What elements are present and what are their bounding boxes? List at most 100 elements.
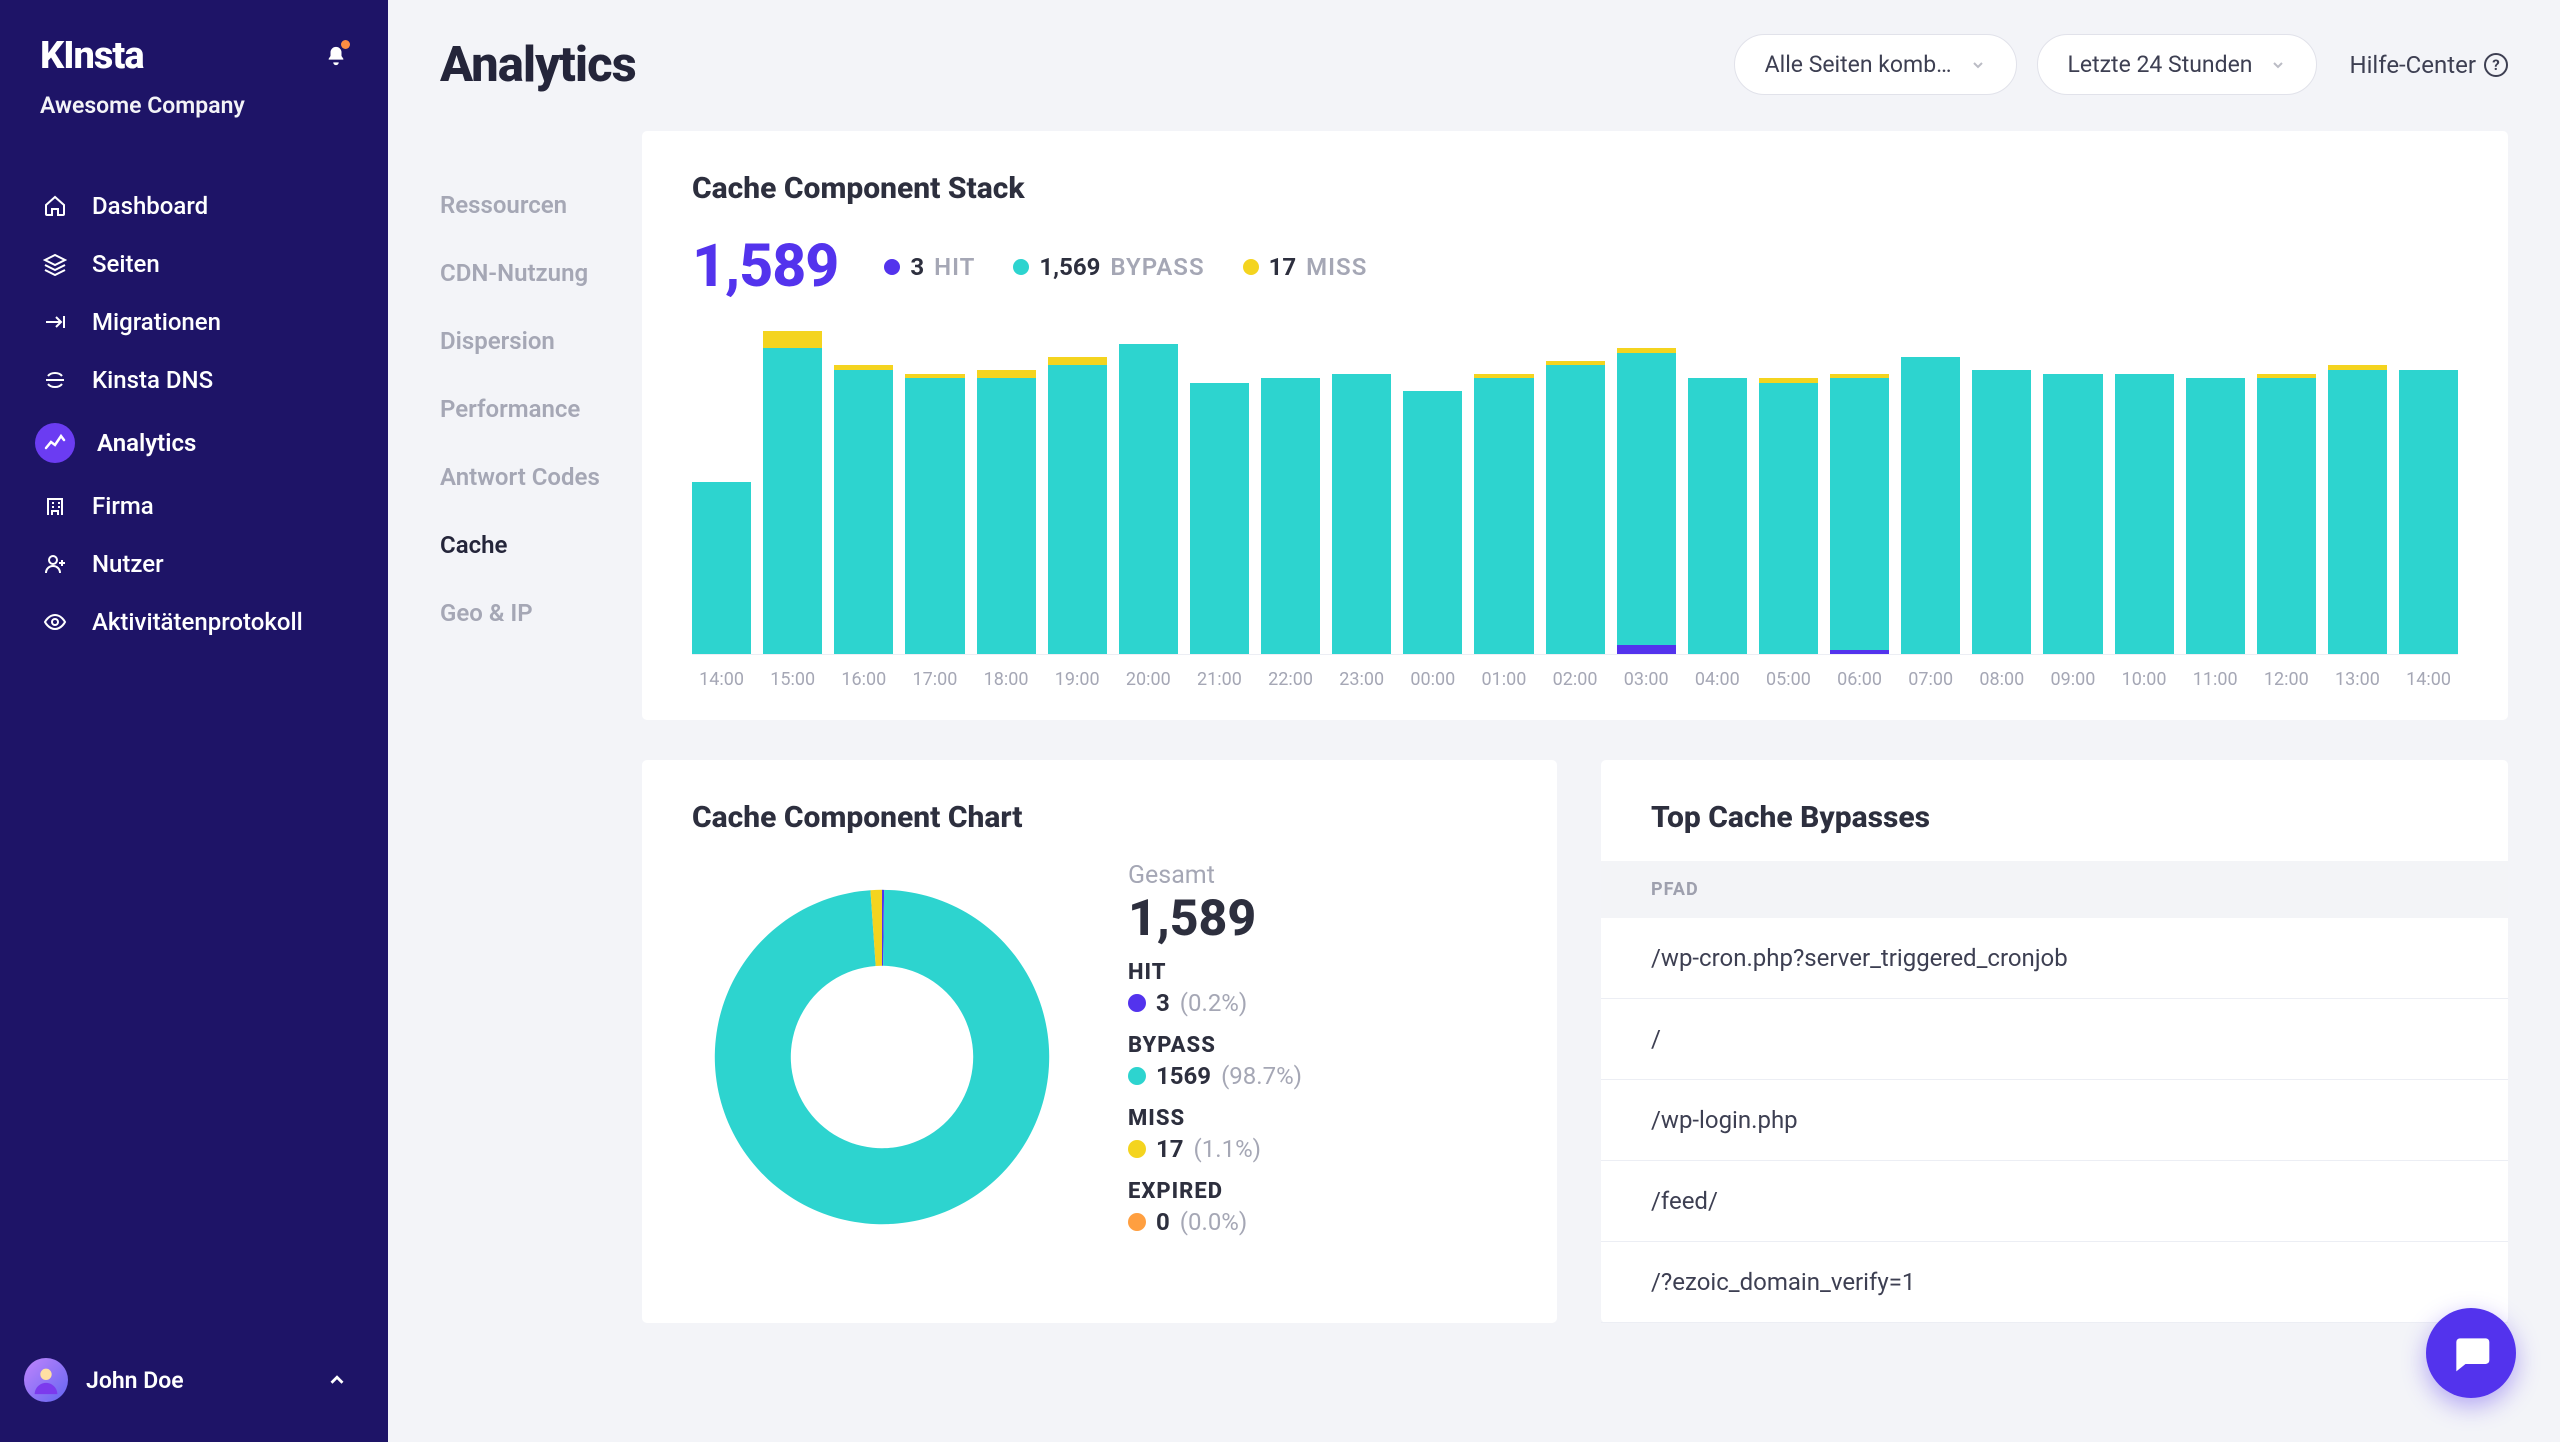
table-row[interactable]: /wp-cron.php?server_triggered_cronjob: [1601, 918, 2508, 999]
x-tick-label: 09:00: [2043, 669, 2102, 690]
sidebar-item-kinsta dns[interactable]: Kinsta DNS: [0, 351, 388, 409]
legend-value: 3: [910, 253, 924, 281]
legend-dot-icon: [1128, 1213, 1146, 1231]
subnav-item-cdn-nutzung[interactable]: CDN-Nutzung: [440, 239, 642, 307]
pie-legend-label: HIT: [1128, 960, 1302, 985]
x-tick-label: 15:00: [763, 669, 822, 690]
user-plus-icon: [40, 549, 70, 579]
x-tick-label: 01:00: [1474, 669, 1533, 690]
bar-column: [1332, 331, 1391, 654]
site-filter-value: Alle Seiten komb…: [1765, 51, 1952, 78]
subnav-item-ressourcen[interactable]: Ressourcen: [440, 171, 642, 239]
bar-segment-bypass: [2328, 370, 2387, 654]
pie-legend-value: 3: [1156, 989, 1170, 1017]
bar-segment-bypass: [977, 378, 1036, 654]
x-tick-label: 17:00: [905, 669, 964, 690]
bar-segment-bypass: [1048, 365, 1107, 654]
subnav-item-dispersion[interactable]: Dispersion: [440, 307, 642, 375]
x-tick-label: 22:00: [1261, 669, 1320, 690]
bar-segment-bypass: [2257, 378, 2316, 654]
table-row[interactable]: /feed/: [1601, 1161, 2508, 1242]
help-label: Hilfe-Center: [2349, 51, 2476, 79]
primary-nav: Dashboard SeitenMigrationen Kinsta DNS Anal…: [0, 153, 388, 651]
bar-segment-bypass: [2115, 374, 2174, 654]
sidebar-item-label: Aktivitätenprotokoll: [92, 608, 303, 636]
sidebar-item-aktivitätenprotokoll[interactable]: Aktivitätenprotokoll: [0, 593, 388, 651]
layers-icon: [40, 249, 70, 279]
pie-legend-value: 0: [1156, 1208, 1170, 1236]
table-row[interactable]: /?ezoic_domain_verify=1: [1601, 1242, 2508, 1323]
x-tick-label: 04:00: [1688, 669, 1747, 690]
chevron-down-icon: [2270, 57, 2286, 73]
avatar-icon: [29, 1363, 63, 1397]
bar-segment-bypass: [1119, 344, 1178, 654]
bar-segment-bypass: [1830, 378, 1889, 649]
sidebar-item-dashboard[interactable]: Dashboard: [0, 177, 388, 235]
bar-column: [1972, 331, 2031, 654]
x-tick-label: 02:00: [1546, 669, 1605, 690]
site-filter-select[interactable]: Alle Seiten komb…: [1734, 34, 2017, 95]
time-filter-value: Letzte 24 Stunden: [2068, 51, 2253, 78]
subnav-item-performance[interactable]: Performance: [440, 375, 642, 443]
time-filter-select[interactable]: Letzte 24 Stunden: [2037, 34, 2318, 95]
chat-button[interactable]: [2426, 1308, 2516, 1398]
bar-segment-bypass: [1759, 383, 1818, 654]
pie-legend-item-miss: MISS 17 (1.1%): [1128, 1106, 1302, 1163]
legend-item-hit: 3HIT: [884, 253, 975, 281]
x-tick-label: 19:00: [1048, 669, 1107, 690]
x-tick-label: 21:00: [1190, 669, 1249, 690]
eye-icon: [40, 607, 70, 637]
x-tick-label: 03:00: [1617, 669, 1676, 690]
table-row[interactable]: /: [1601, 999, 2508, 1080]
cache-stack-legend: 3HIT1,569BYPASS17MISS: [884, 253, 1367, 281]
subnav-item-cache[interactable]: Cache: [440, 511, 642, 579]
bar-segment-bypass: [1688, 378, 1747, 654]
sidebar-item-seiten[interactable]: Seiten: [0, 235, 388, 293]
bar-segment-miss: [1048, 357, 1107, 366]
pie-legend-label: MISS: [1128, 1106, 1302, 1131]
topbar: Alle Seiten komb… Letzte 24 Stunden Hilf…: [642, 34, 2508, 95]
bar-column: [2399, 331, 2458, 654]
x-tick-label: 05:00: [1759, 669, 1818, 690]
pie-legend-pct: (1.1%): [1194, 1135, 1261, 1163]
notifications-button[interactable]: [322, 42, 350, 70]
building-icon: [40, 491, 70, 521]
pie-legend-value: 17: [1156, 1135, 1184, 1163]
bar-column: [1546, 331, 1605, 654]
table-row[interactable]: /wp-login.php: [1601, 1080, 2508, 1161]
bar-segment-bypass: [905, 378, 964, 654]
bar-segment-bypass: [763, 348, 822, 654]
avatar[interactable]: [24, 1358, 68, 1402]
bar-segment-hit: [1617, 645, 1676, 654]
help-icon: ?: [2484, 53, 2508, 77]
x-tick-label: 13:00: [2328, 669, 2387, 690]
sidebar-item-label: Kinsta DNS: [92, 366, 213, 394]
sidebar-item-analytics[interactable]: Analytics: [0, 409, 388, 477]
sidebar-item-firma[interactable]: Firma: [0, 477, 388, 535]
help-center-link[interactable]: Hilfe-Center ?: [2349, 51, 2508, 79]
bar-column: [763, 331, 822, 654]
legend-dot-icon: [1128, 1140, 1146, 1158]
bar-segment-miss: [977, 370, 1036, 379]
chevron-up-icon[interactable]: [326, 1369, 348, 1391]
sidebar: KInsta Awesome Company DashboardSeitenMi…: [0, 0, 388, 1442]
pie-legend-item-bypass: BYPASS1569(98.7%): [1128, 1033, 1302, 1090]
sidebar-item-nutzer[interactable]: Nutzer: [0, 535, 388, 593]
chat-icon: [2449, 1331, 2493, 1375]
sidebar-item-label: Dashboard: [92, 192, 208, 220]
pie-legend-pct: (98.7%): [1221, 1062, 1302, 1090]
bar-segment-bypass: [834, 370, 893, 654]
pie-total-value: 1,589: [1128, 890, 1302, 948]
bar-column: [1688, 331, 1747, 654]
bar-segment-bypass: [692, 482, 751, 654]
sidebar-item-migrationen[interactable]: Migrationen: [0, 293, 388, 351]
cache-component-donut: [692, 867, 1072, 1247]
subnav-item-geo-ip[interactable]: Geo & IP: [440, 579, 642, 647]
legend-dot-icon: [1128, 994, 1146, 1012]
legend-dot-icon: [884, 259, 900, 275]
bar-column: [2186, 331, 2245, 654]
subnav-item-antwort-codes[interactable]: Antwort Codes: [440, 443, 642, 511]
bar-segment-bypass: [2186, 378, 2245, 654]
legend-label: BYPASS: [1110, 253, 1204, 281]
bar-segment-miss: [763, 331, 822, 348]
